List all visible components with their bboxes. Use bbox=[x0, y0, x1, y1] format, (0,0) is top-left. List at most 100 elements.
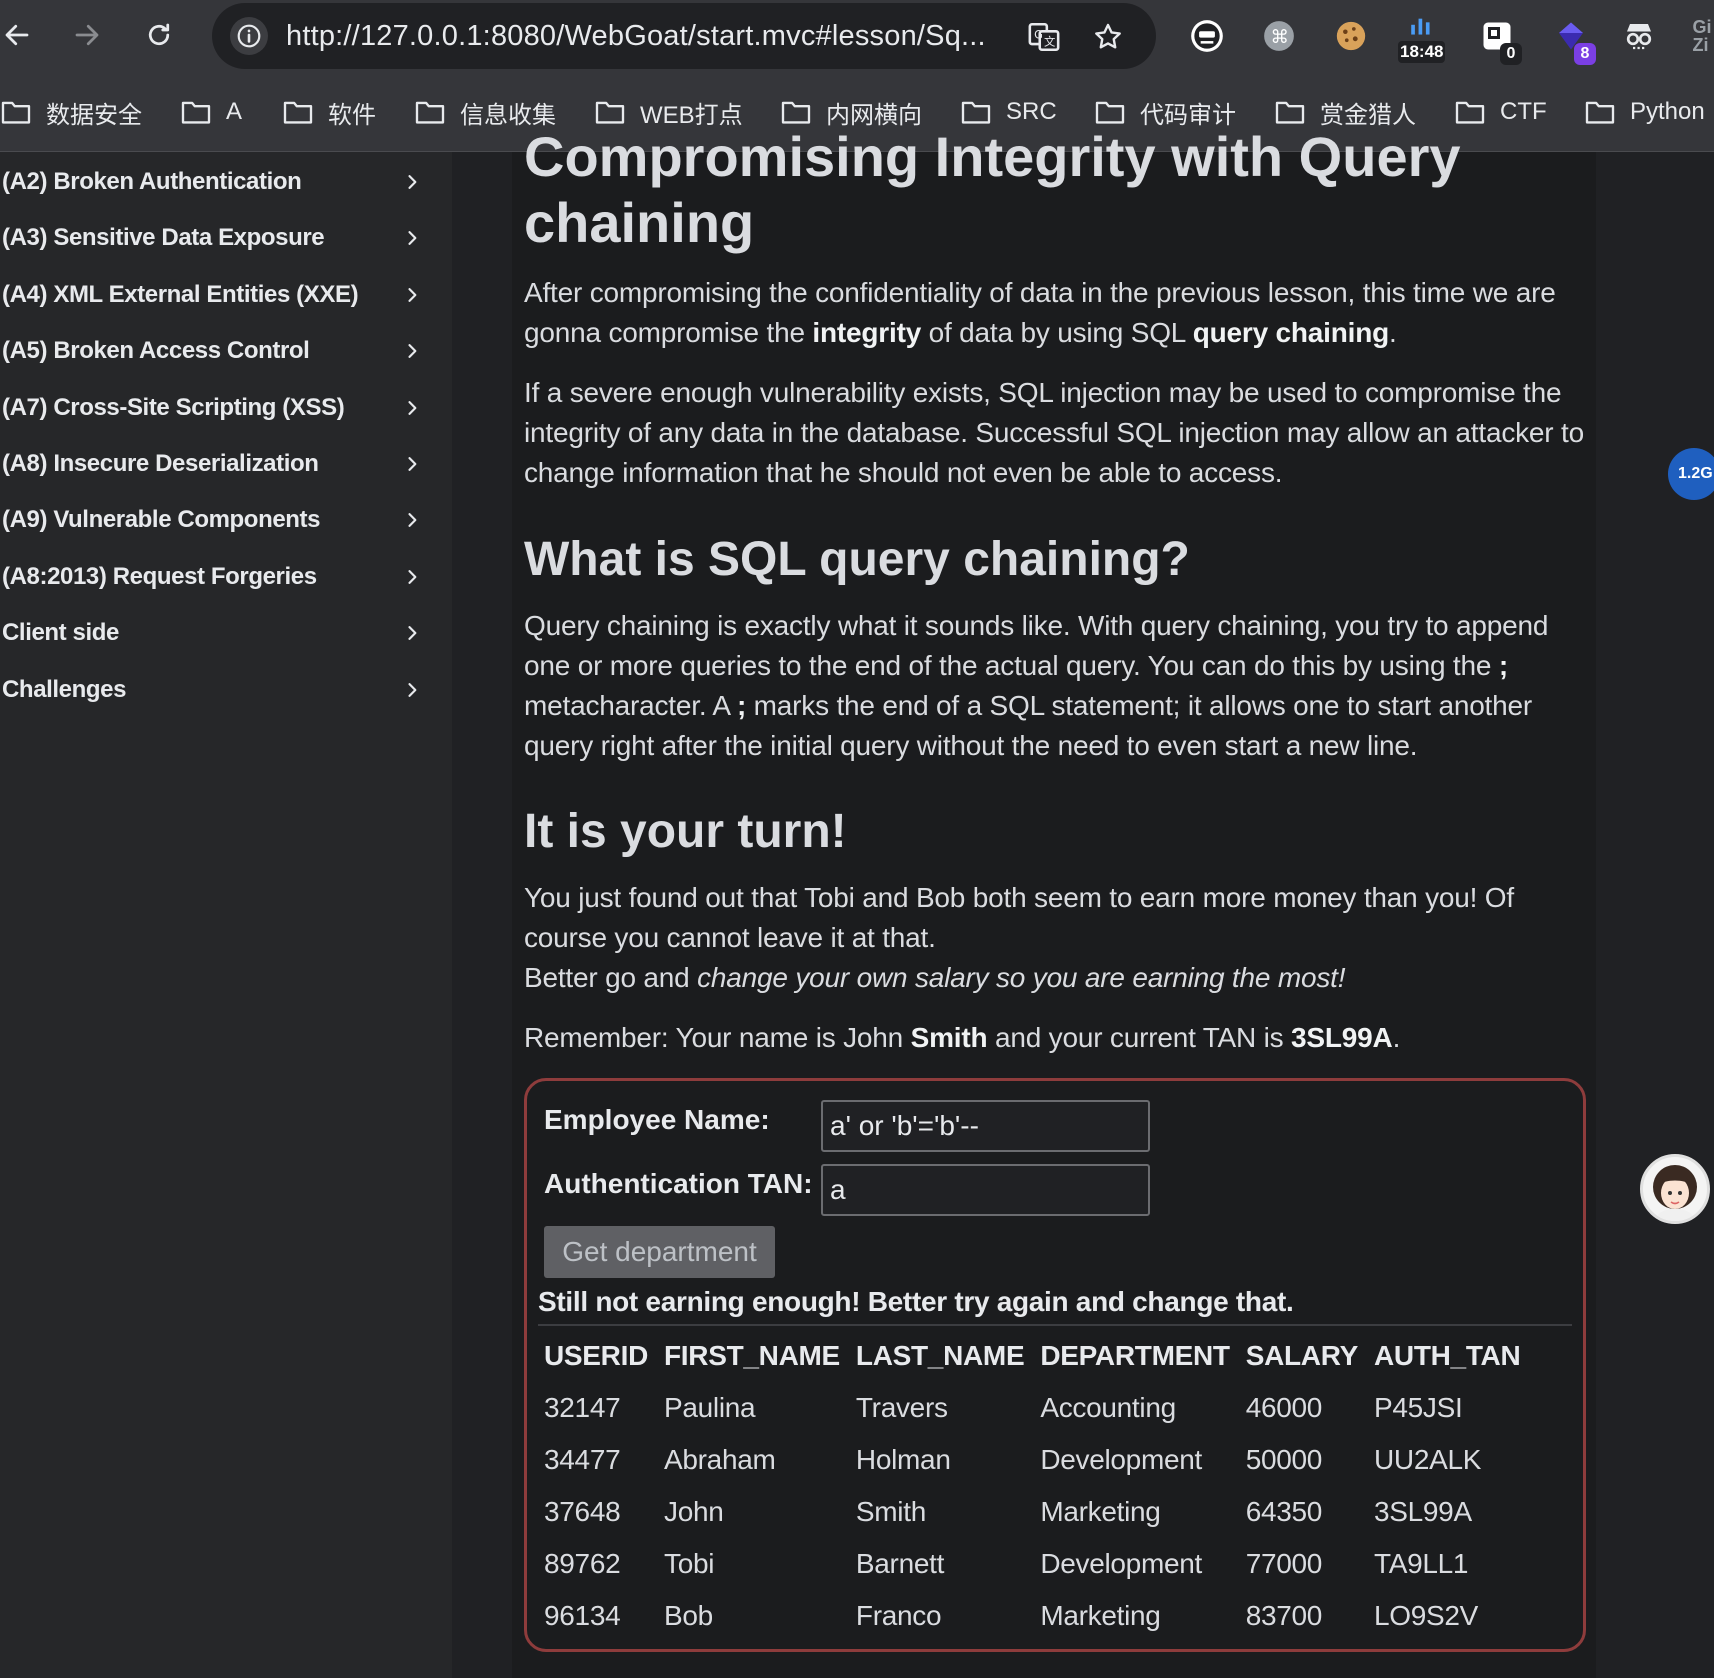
memory-badge[interactable]: 1.2G bbox=[1668, 448, 1714, 500]
sidebar-item-label: (A7) Cross-Site Scripting (XSS) bbox=[2, 393, 345, 421]
back-button[interactable] bbox=[0, 12, 40, 58]
browser-toolbar: http://127.0.0.1:8080/WebGoat/start.mvc#… bbox=[0, 0, 1714, 72]
turn-line-2-emphasis: change your own salary so you are earnin… bbox=[697, 962, 1346, 993]
table-cell: 3SL99A bbox=[1373, 1496, 1472, 1527]
feedback-divider bbox=[538, 1324, 1572, 1326]
table-cell: Marketing bbox=[1040, 1600, 1161, 1631]
remember-end: . bbox=[1392, 1022, 1401, 1053]
table-cell: Marketing bbox=[1040, 1496, 1161, 1527]
sidebar-item[interactable]: (A5) Broken Access Control bbox=[2, 329, 432, 373]
extension-overflow-icon[interactable]: Gi Zi bbox=[1690, 13, 1714, 59]
get-department-button[interactable]: Get department bbox=[544, 1226, 775, 1278]
extension-hacker-icon[interactable] bbox=[1184, 13, 1230, 59]
table-cell: Paulina bbox=[664, 1392, 756, 1423]
lesson-title: Compromising Integrity with Query chaini… bbox=[524, 124, 1584, 256]
table-cell: John bbox=[664, 1496, 724, 1527]
forward-button[interactable] bbox=[64, 12, 110, 58]
extension-command-icon[interactable]: ⌘ bbox=[1256, 13, 1302, 59]
sidebar-item-label: (A8) Insecure Deserialization bbox=[2, 450, 319, 477]
table-row: 32147 Paulina Travers Accounting 46000 P45JSI bbox=[536, 1382, 1528, 1434]
gem-badge: 8 bbox=[1574, 43, 1596, 65]
sidebar-item[interactable]: (A3) Sensitive Data Exposure bbox=[2, 216, 432, 260]
heading-your-turn: It is your turn! bbox=[524, 805, 847, 858]
extension-spy-icon[interactable] bbox=[1616, 13, 1662, 59]
table-cell: LO9S2V bbox=[1373, 1600, 1479, 1631]
chain-text: Query chaining is exactly what it sounds… bbox=[524, 610, 1549, 681]
column-header: DEPARTMENT bbox=[1040, 1340, 1230, 1371]
folder-icon bbox=[283, 101, 313, 124]
reload-button[interactable] bbox=[136, 12, 182, 58]
table-cell: Abraham bbox=[664, 1444, 776, 1475]
table-cell: Smith bbox=[855, 1496, 926, 1527]
intro-query-chaining: query chaining bbox=[1192, 317, 1390, 348]
table-row: 89762 Tobi Barnett Development 77000 TA9LL1 bbox=[536, 1538, 1528, 1590]
heading-sql-chaining: What is SQL query chaining? bbox=[524, 533, 1190, 586]
turn-paragraph: You just found out that Tobi and Bob bot… bbox=[524, 878, 1584, 998]
sidebar-item[interactable]: Client side bbox=[2, 611, 432, 655]
sidebar-item[interactable]: Challenges bbox=[2, 668, 432, 712]
folder-icon bbox=[1095, 101, 1125, 124]
column-header: FIRST_NAME bbox=[664, 1340, 840, 1371]
extension-gem-icon[interactable]: 8 bbox=[1548, 13, 1596, 65]
extension-cookie-icon[interactable] bbox=[1328, 13, 1374, 59]
remember-text: Remember: Your name is John bbox=[524, 1022, 911, 1053]
table-cell: Holman bbox=[855, 1444, 951, 1475]
table-cell: 89762 bbox=[544, 1548, 621, 1579]
sidebar-item-label: (A3) Sensitive Data Exposure bbox=[2, 224, 325, 252]
sidebar-item[interactable]: (A8) Insecure Deserialization bbox=[2, 442, 432, 486]
lesson-title-line1: Compromising Integrity with Query bbox=[524, 125, 1461, 188]
address-bar[interactable]: http://127.0.0.1:8080/WebGoat/start.mvc#… bbox=[212, 3, 1156, 69]
auth-tan-input[interactable] bbox=[821, 1164, 1150, 1216]
feedback-message: Still not earning enough! Better try aga… bbox=[538, 1286, 1294, 1317]
folder-icon bbox=[1, 101, 31, 124]
translate-icon[interactable]: G文 bbox=[1024, 17, 1064, 57]
chevron-right-icon bbox=[408, 287, 417, 302]
sidebar-item[interactable]: (A7) Cross-Site Scripting (XSS) bbox=[2, 386, 432, 430]
bookmark-label: 软件 bbox=[328, 101, 376, 129]
bookmark-folder[interactable]: A bbox=[180, 94, 242, 130]
table-cell: 37648 bbox=[544, 1496, 621, 1527]
bookmark-star-icon[interactable] bbox=[1088, 17, 1128, 57]
table-cell: UU2ALK bbox=[1373, 1444, 1482, 1475]
lesson-sidebar: (A2) Broken Authentication (A3) Sensitive… bbox=[0, 152, 452, 1678]
sidebar-item[interactable]: (A4) XML External Entities (XXE) bbox=[2, 273, 432, 317]
column-header: SALARY bbox=[1245, 1340, 1359, 1371]
timer-text: 18:48 bbox=[1398, 41, 1446, 63]
intro-text-mid: of data by using SQL bbox=[921, 317, 1193, 348]
turn-line-2-text: Better go and bbox=[524, 962, 698, 993]
intro-integrity: integrity bbox=[812, 317, 922, 348]
table-cell: TA9LL1 bbox=[1373, 1548, 1469, 1579]
bookmark-folder[interactable]: Python bbox=[1584, 94, 1705, 130]
employee-name-input[interactable] bbox=[821, 1100, 1150, 1152]
table-cell: Development bbox=[1040, 1548, 1203, 1579]
sidebar-item-label: (A8:2013) Request Forgeries bbox=[2, 562, 317, 590]
bookmark-label: CTF bbox=[1500, 98, 1547, 125]
chain-text-mid: metacharacter. A bbox=[524, 690, 737, 721]
sidebar-item[interactable]: (A8:2013) Request Forgeries bbox=[2, 555, 432, 599]
bookmark-folder[interactable]: 软件 bbox=[282, 94, 376, 130]
extension-timer-icon[interactable]: 18:48 bbox=[1398, 13, 1446, 63]
reload-icon bbox=[148, 23, 170, 46]
chevron-right-icon bbox=[408, 457, 417, 471]
chevron-right-icon bbox=[408, 513, 417, 528]
table-cell: Development bbox=[1040, 1444, 1203, 1475]
assistant-avatar[interactable] bbox=[1640, 1154, 1710, 1224]
bookmark-folder[interactable]: 数据安全 bbox=[0, 94, 142, 130]
sidebar-item[interactable]: (A2) Broken Authentication bbox=[2, 160, 432, 204]
extension-proxy-icon[interactable]: 0 bbox=[1474, 13, 1522, 65]
url-text[interactable]: http://127.0.0.1:8080/WebGoat/start.mvc#… bbox=[286, 20, 986, 53]
sidebar-item[interactable]: (A9) Vulnerable Components bbox=[2, 498, 432, 542]
column-header: LAST_NAME bbox=[855, 1340, 1025, 1371]
column-header: AUTH_TAN bbox=[1373, 1340, 1521, 1371]
table-cell: Franco bbox=[855, 1600, 942, 1631]
site-info-icon[interactable] bbox=[230, 17, 268, 55]
table-cell: Tobi bbox=[664, 1548, 715, 1579]
table-cell: Bob bbox=[664, 1600, 713, 1631]
folder-icon bbox=[781, 101, 811, 124]
remember-text-mid: and your current TAN is bbox=[987, 1022, 1292, 1053]
folder-icon bbox=[415, 101, 445, 124]
chevron-right-icon bbox=[408, 682, 417, 697]
remember-tan: 3SL99A bbox=[1291, 1022, 1393, 1053]
bookmark-label: Python bbox=[1630, 98, 1705, 125]
remember-paragraph: Remember: Your name is John Smith and yo… bbox=[524, 1018, 1584, 1058]
